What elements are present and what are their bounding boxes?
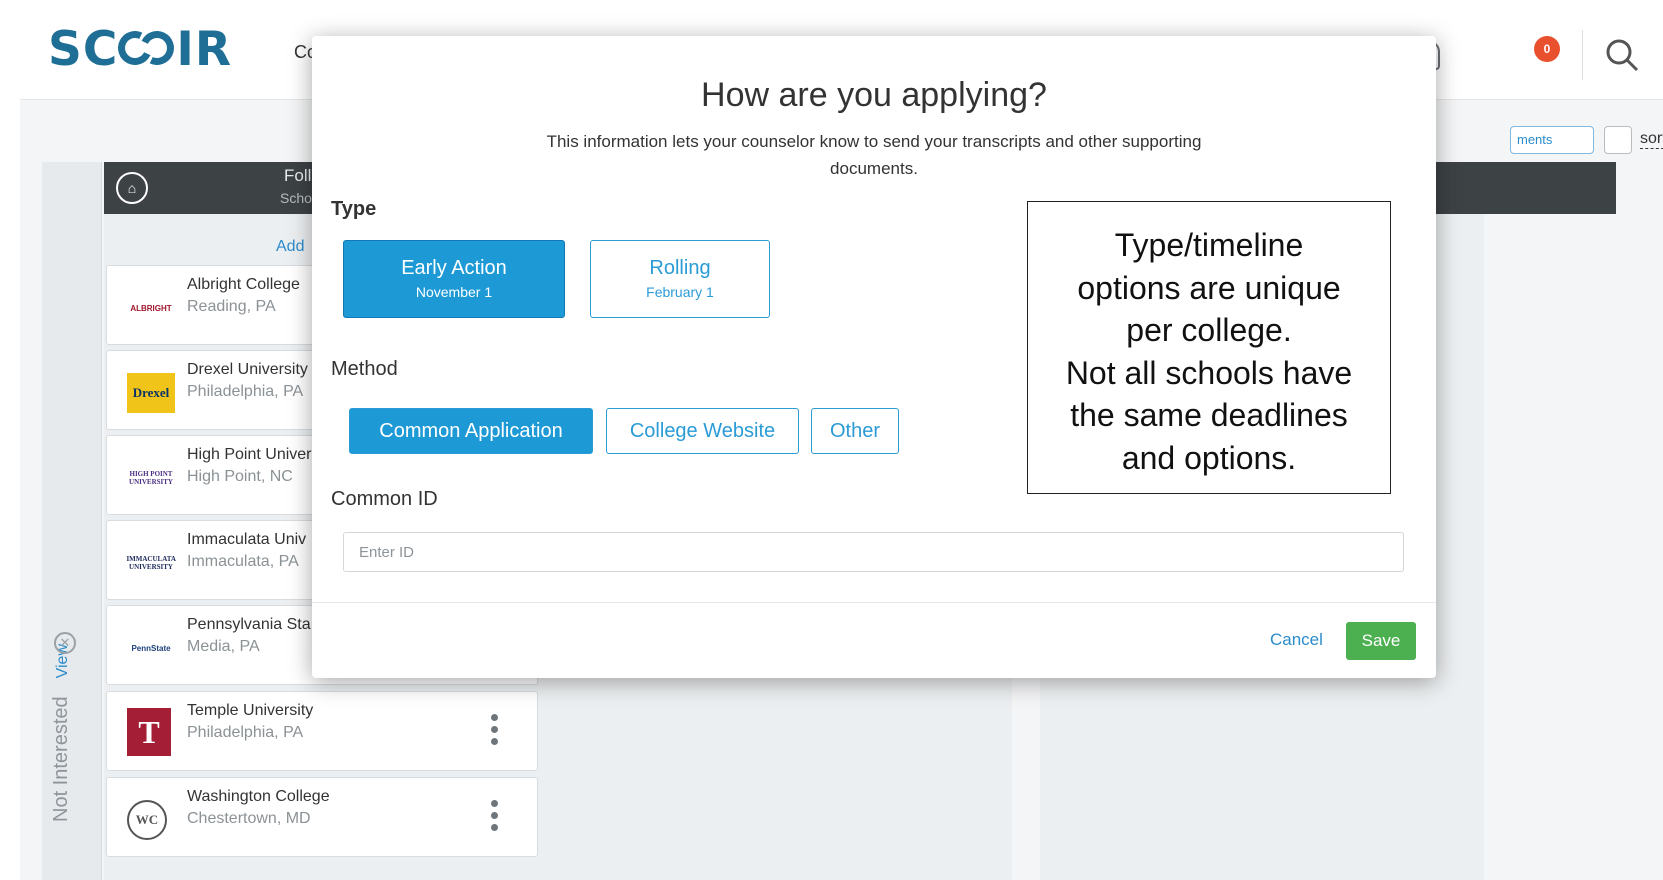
college-location: Chestertown, MD [187,810,311,827]
add-college-link[interactable]: Add [276,238,304,256]
sort-dropdown[interactable]: sort b [1640,130,1663,149]
print-icon[interactable] [1604,126,1632,154]
method-college-website-button[interactable]: College Website [606,408,799,454]
college-name: Albright College [187,276,300,293]
college-logo: T [127,708,171,756]
type-rolling-button[interactable]: Rolling February 1 [590,240,770,318]
college-location: Reading, PA [187,298,276,315]
remove-circle-icon: ✕ [54,632,76,654]
documents-button[interactable]: ments [1510,126,1594,154]
not-interested-text: Not Interested [50,696,72,822]
annotation-line: Not all schools have [1065,354,1353,391]
annotation-line: and options. [1121,439,1297,476]
common-id-label: Common ID [331,488,438,510]
method-other-button[interactable]: Other [811,408,899,454]
college-name: Temple University [187,702,314,719]
search-icon[interactable] [1605,38,1639,72]
modal-description: This information lets your counselor kno… [546,132,1202,178]
college-card[interactable]: WC Washington College Chestertown, MD [106,777,538,857]
college-name: High Point Univer [187,446,312,463]
type-option-date: November 1 [415,284,493,300]
common-id-input[interactable] [343,532,1404,572]
modal-title: How are you applying? [701,76,1047,114]
nav-divider [1582,30,1583,80]
annotation-callout: Type/timeline options are unique per col… [1027,201,1391,494]
annotation-line: the same deadlines [1070,397,1348,433]
college-card[interactable]: T Temple University Philadelphia, PA [106,691,538,771]
not-interested-label: Not InterestedView [50,644,73,822]
annotation-line: per college. [1126,312,1292,348]
college-name: Immaculata Univ [187,531,307,548]
notification-badge: 0 [1534,36,1560,62]
not-interested-tab[interactable]: Not InterestedView ✕ [42,162,102,880]
header-subtitle: Scho [280,190,312,206]
annotation-line: options are unique [1077,269,1341,306]
college-logo: WC [127,800,167,840]
type-label: Type [331,198,377,220]
college-logo: IMMACULATA UNIVERSITY [126,555,176,571]
school-icon: ⌂ [116,172,148,204]
screenshot-stage: SCIR Coll 0 ments sort b Not InterestedV… [0,0,1663,880]
more-options-icon[interactable] [491,800,499,834]
college-logo: ALBRIGHT [130,303,172,313]
college-location: High Point, NC [187,468,293,485]
college-location: Philadelphia, PA [187,383,304,400]
type-option-label: Early Action [401,257,507,279]
type-option-label: Rolling [649,257,711,279]
college-name: Pennsylvania Sta [187,616,311,633]
college-logo: HIGH POINT UNIVERSITY [129,470,173,486]
more-options-icon[interactable] [491,714,499,748]
college-logo: Drexel [127,373,175,413]
annotation-line: Type/timeline [1114,227,1304,263]
cancel-button[interactable]: Cancel [1270,630,1323,650]
scoir-logo[interactable]: SC IR [48,22,232,77]
type-early-action-button[interactable]: Early Action November 1 [343,240,565,318]
header-title: Foll [284,166,312,185]
college-location: Media, PA [187,638,260,655]
college-location: Philadelphia, PA [187,724,304,741]
college-logo: PennState [131,643,171,653]
college-name: Washington College [187,788,330,805]
type-option-date: February 1 [646,284,714,300]
logo-mark-icon [113,26,180,70]
method-common-application-button[interactable]: Common Application [349,408,593,454]
college-location: Immaculata, PA [187,553,299,570]
modal-footer-divider [312,602,1436,603]
college-name: Drexel University [187,361,308,378]
method-label: Method [331,358,398,380]
save-button[interactable]: Save [1346,622,1416,660]
